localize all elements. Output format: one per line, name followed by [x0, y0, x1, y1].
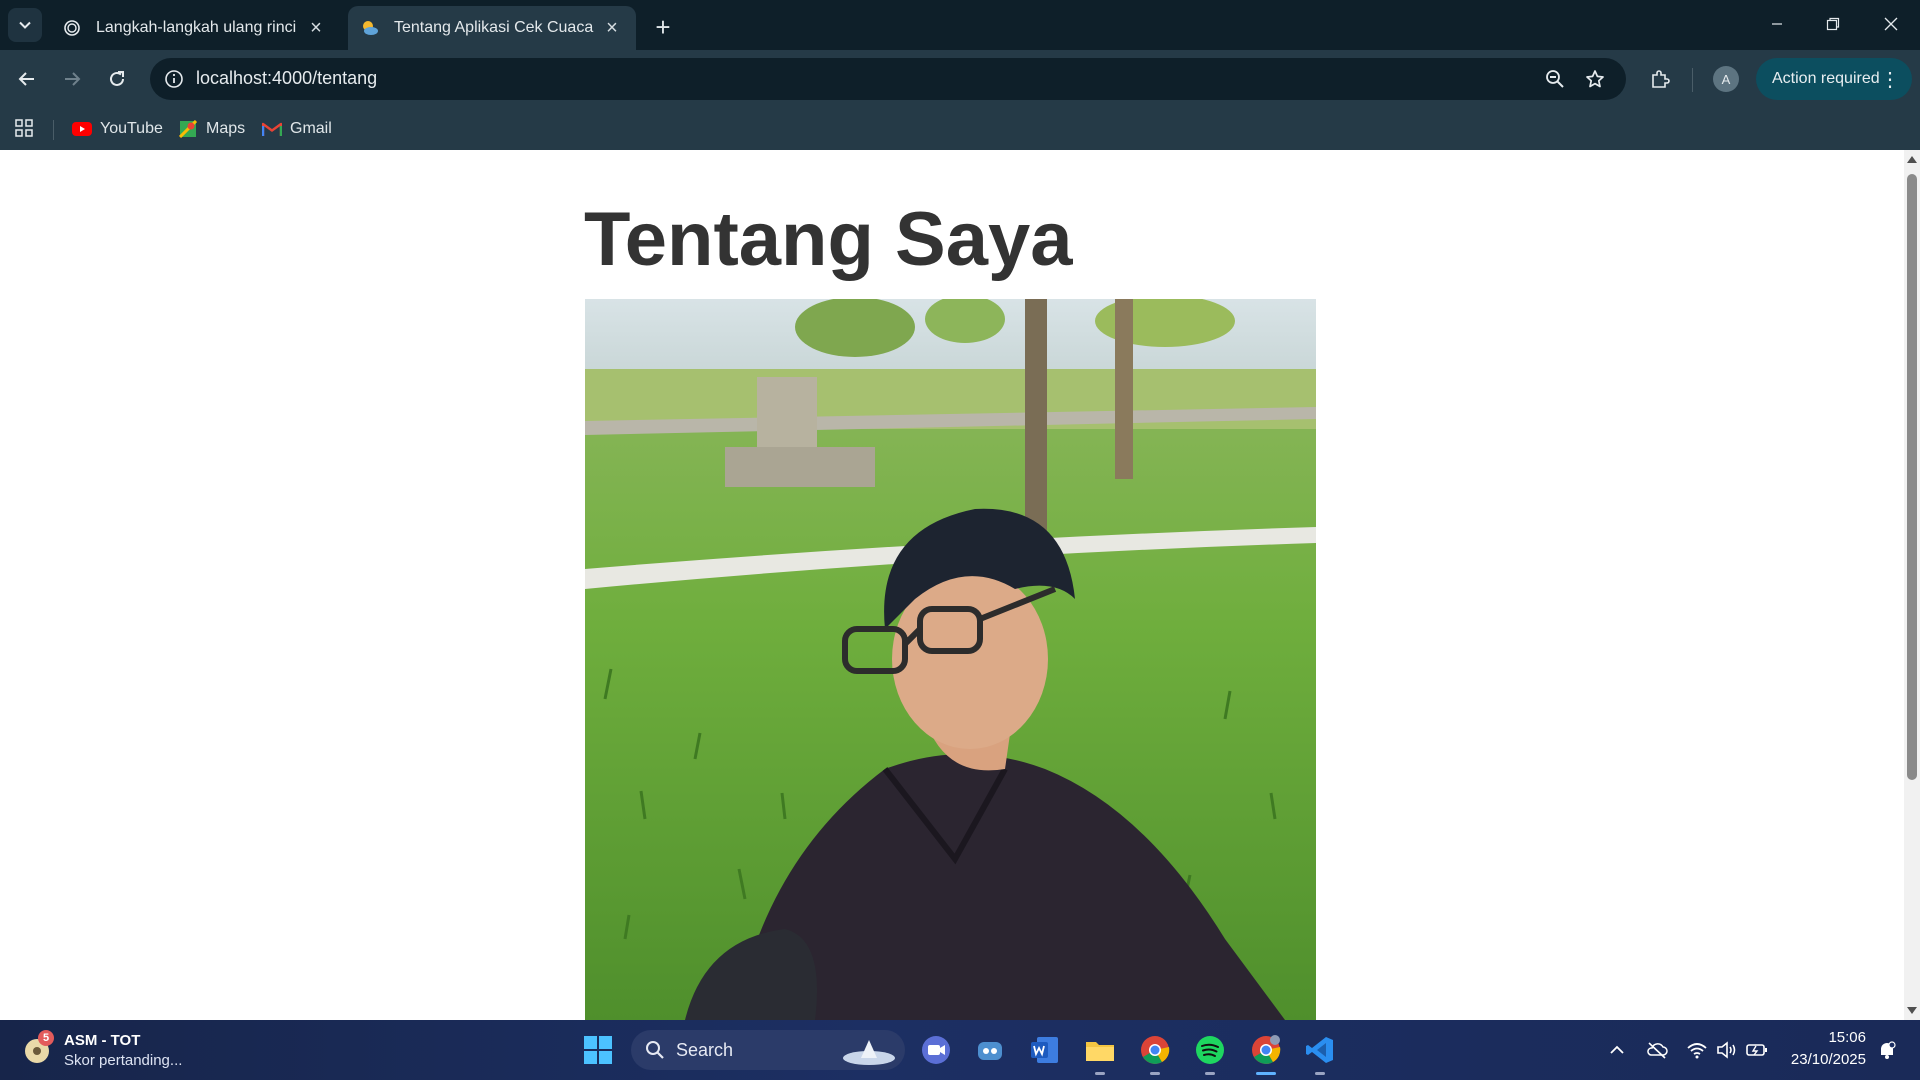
bookmarks-bar: YouTube Maps Gmail — [0, 108, 1920, 150]
minimize-icon — [1772, 23, 1782, 25]
tray-overflow-icon[interactable] — [1604, 1038, 1630, 1062]
cloud-offline-icon[interactable] — [1644, 1038, 1670, 1062]
taskbar-chrome-profile-app[interactable] — [1248, 1032, 1284, 1075]
profile-photo — [585, 299, 1316, 1020]
wifi-icon[interactable] — [1684, 1038, 1710, 1062]
widget-title: ASM - TOT — [64, 1032, 141, 1049]
notification-badge: 5 — [38, 1030, 54, 1046]
active-indicator — [1256, 1072, 1276, 1075]
windows-start-icon[interactable] — [583, 1035, 613, 1065]
close-icon[interactable]: × — [600, 16, 624, 40]
restore-button[interactable] — [1810, 8, 1856, 40]
bookmark-label: Gmail — [290, 120, 332, 137]
taskbar-meet-app[interactable] — [918, 1032, 954, 1068]
bookmark-youtube[interactable]: YouTube — [72, 116, 163, 142]
url-text[interactable]: localhost:4000/tentang — [196, 68, 377, 89]
weather-icon — [360, 18, 380, 38]
chevron-down-icon — [19, 21, 31, 29]
tab-search-button[interactable] — [8, 8, 42, 42]
page-viewport: Tentang Saya — [0, 150, 1904, 1020]
puzzle-icon — [1652, 70, 1670, 88]
close-window-button[interactable] — [1868, 8, 1914, 40]
taskbar-word-app[interactable] — [1027, 1032, 1063, 1068]
zoom-out-icon[interactable] — [1542, 66, 1568, 92]
maps-icon — [178, 120, 198, 138]
search-label: Search — [676, 1040, 734, 1060]
browser-toolbar: localhost:4000/tentang A Action required… — [0, 50, 1920, 108]
bookmark-label: YouTube — [100, 120, 163, 137]
profile-avatar[interactable]: A — [1713, 66, 1739, 92]
info-icon[interactable] — [162, 67, 186, 91]
reload-icon — [110, 71, 124, 86]
bookmark-gmail[interactable]: Gmail — [262, 116, 332, 142]
robot-icon — [978, 1042, 1002, 1060]
page-scrollbar[interactable] — [1904, 150, 1920, 1020]
vscode-icon — [1306, 1037, 1333, 1063]
apps-grid-icon[interactable] — [12, 116, 36, 140]
star-icon[interactable] — [1582, 66, 1608, 92]
running-indicator — [1095, 1072, 1105, 1075]
widget-subtitle: Skor pertanding... — [64, 1052, 183, 1069]
gmail-icon — [262, 121, 282, 137]
windows-taskbar: 5 ASM - TOT Skor pertanding... Search 15… — [0, 1020, 1920, 1080]
action-required-label: Action required — [1772, 70, 1880, 87]
page-title: Tentang Saya — [584, 197, 1073, 282]
clock-time[interactable]: 15:06 — [1800, 1029, 1866, 1046]
chatgpt-icon — [62, 18, 82, 38]
folder-icon — [1086, 1042, 1114, 1061]
arrow-left-icon — [18, 72, 34, 86]
running-indicator — [1315, 1072, 1325, 1075]
minimize-button[interactable] — [1754, 8, 1800, 40]
taskbar-vscode-app[interactable] — [1302, 1032, 1338, 1075]
arrow-right-icon — [65, 72, 81, 86]
search-icon — [646, 1041, 664, 1059]
chrome-profile-icon — [1252, 1035, 1281, 1064]
chrome-icon — [1141, 1036, 1170, 1064]
forward-button[interactable] — [55, 62, 89, 96]
close-icon — [1884, 17, 1898, 31]
bookmark-maps[interactable]: Maps — [178, 116, 245, 142]
scrollbar-thumb[interactable] — [1907, 174, 1917, 780]
scroll-up-icon[interactable] — [1907, 156, 1917, 163]
volume-icon[interactable] — [1714, 1038, 1740, 1062]
youtube-icon — [72, 121, 92, 137]
running-indicator — [1150, 1072, 1160, 1075]
restore-icon — [1826, 17, 1840, 31]
search-highlight-art — [843, 1040, 895, 1065]
scroll-down-icon[interactable] — [1907, 1007, 1917, 1014]
more-menu-icon[interactable]: ⋮ — [1880, 67, 1900, 92]
taskbar-game-app[interactable] — [972, 1032, 1008, 1068]
bookmarks-divider — [53, 120, 54, 140]
notification-bell-icon[interactable] — [1874, 1038, 1900, 1062]
new-tab-button[interactable]: + — [648, 12, 678, 42]
tab-langkah[interactable]: Langkah-langkah ulang rinci × — [50, 6, 340, 50]
extensions-button[interactable] — [1643, 62, 1677, 96]
tab-tentang[interactable]: Tentang Aplikasi Cek Cuaca × — [348, 6, 636, 50]
tab-strip: Langkah-langkah ulang rinci × Tentang Ap… — [0, 0, 1920, 50]
toolbar-divider — [1692, 68, 1693, 92]
word-icon — [1031, 1037, 1058, 1063]
tab-title: Tentang Aplikasi Cek Cuaca — [394, 19, 594, 36]
tab-title: Langkah-langkah ulang rinci — [96, 19, 297, 36]
back-button[interactable] — [10, 62, 44, 96]
taskbar-spotify-app[interactable] — [1192, 1032, 1228, 1075]
bookmark-label: Maps — [206, 120, 246, 137]
action-required-button[interactable]: Action required ⋮ — [1756, 58, 1912, 100]
taskbar-search[interactable]: Search — [631, 1030, 905, 1070]
video-camera-icon — [922, 1036, 950, 1064]
spotify-icon — [1196, 1036, 1224, 1064]
clock-date[interactable]: 23/10/2025 — [1780, 1051, 1866, 1068]
running-indicator — [1205, 1072, 1215, 1075]
battery-icon[interactable] — [1744, 1038, 1770, 1062]
taskbar-explorer-app[interactable] — [1082, 1032, 1118, 1075]
address-bar[interactable]: localhost:4000/tentang — [150, 58, 1626, 100]
sports-widget[interactable]: 5 ASM - TOT Skor pertanding... — [22, 1028, 242, 1072]
reload-button[interactable] — [100, 62, 134, 96]
close-icon[interactable]: × — [304, 16, 328, 40]
taskbar-chrome-app[interactable] — [1137, 1032, 1173, 1075]
